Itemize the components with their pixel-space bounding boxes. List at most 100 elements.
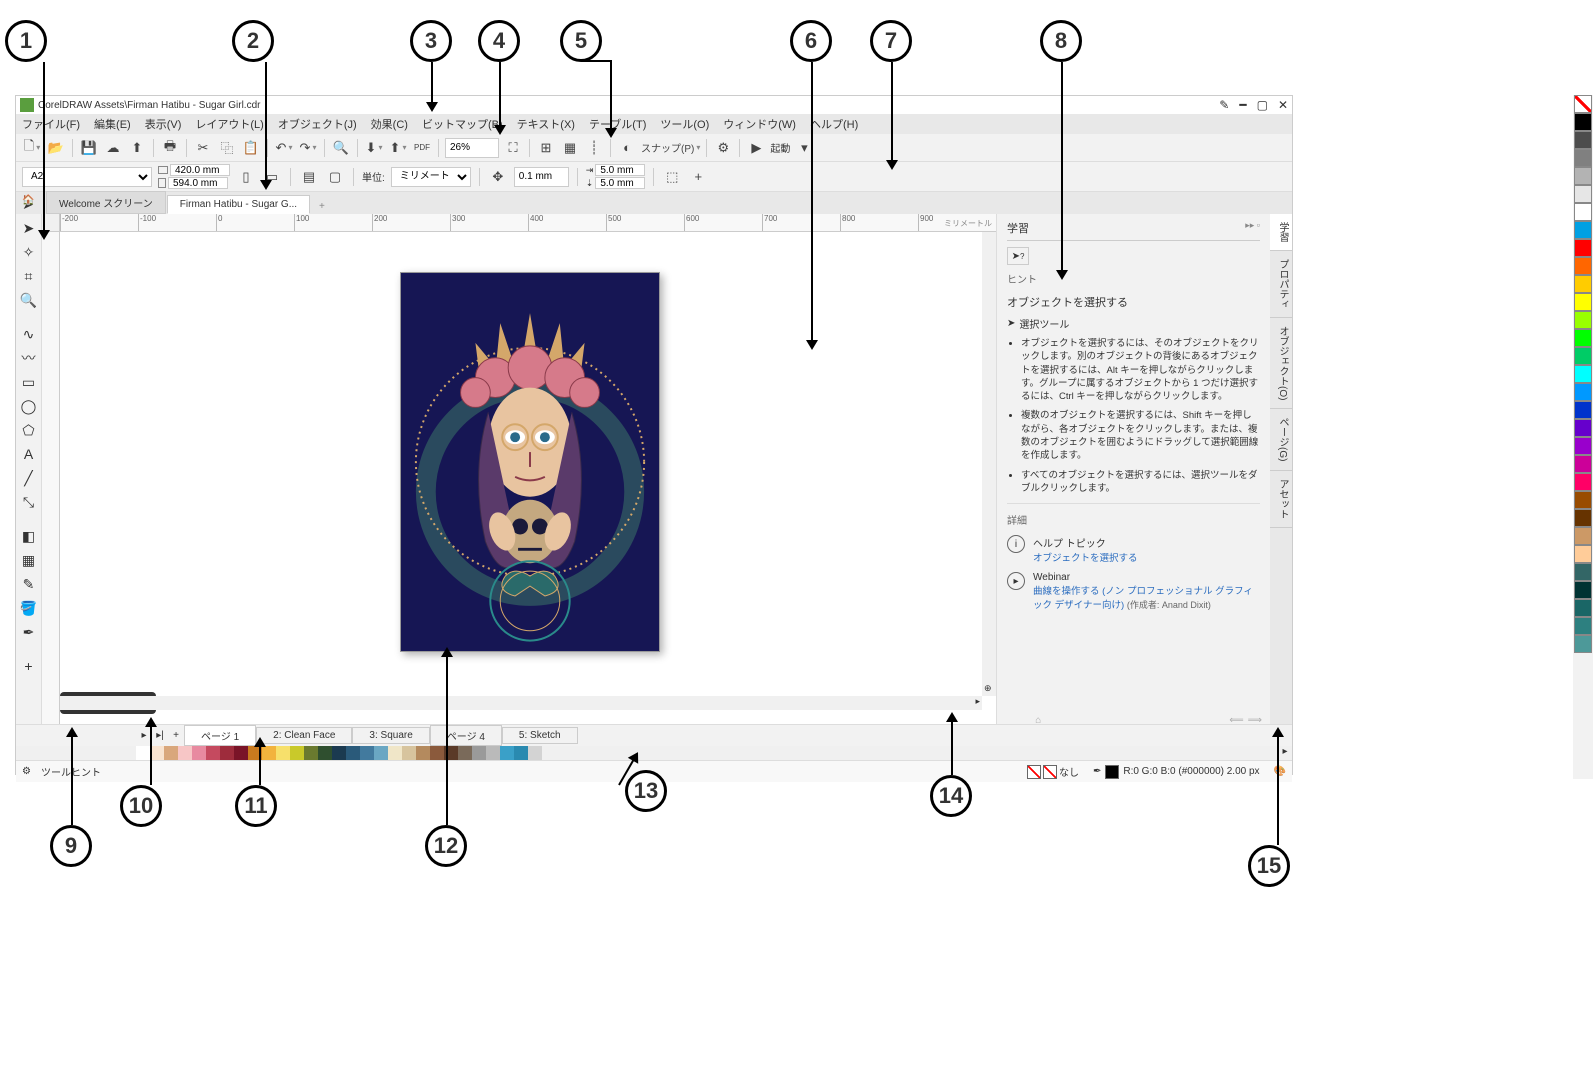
color-swatch[interactable] bbox=[1574, 401, 1592, 419]
outline-tool[interactable]: ✒ bbox=[19, 622, 39, 642]
current-page-button[interactable]: ▢ bbox=[325, 167, 345, 187]
document-palette[interactable]: ▸ bbox=[16, 746, 1292, 760]
menu-オブジェクト(J)[interactable]: オブジェクト(J) bbox=[278, 116, 357, 132]
add-tool-button[interactable]: + bbox=[19, 656, 39, 676]
palette-swatch[interactable] bbox=[150, 746, 164, 760]
menu-ビットマップ(B)[interactable]: ビットマップ(B) bbox=[422, 116, 503, 132]
add-preset-button[interactable]: + bbox=[688, 167, 708, 187]
palette-swatch[interactable] bbox=[178, 746, 192, 760]
home-tab[interactable]: 🏠 bbox=[22, 195, 38, 211]
document-tab[interactable]: Firman Hatibu - Sugar G... bbox=[167, 195, 310, 214]
menu-表示(V)[interactable]: 表示(V) bbox=[145, 116, 182, 132]
minimize-button[interactable]: ━ bbox=[1239, 98, 1246, 112]
portrait-button[interactable]: ▯ bbox=[236, 167, 256, 187]
zoom-tool[interactable]: 🔍 bbox=[19, 290, 39, 310]
maximize-button[interactable]: ▢ bbox=[1257, 98, 1268, 112]
guides-button[interactable]: ┊ bbox=[584, 138, 604, 158]
help-topic-link[interactable]: オブジェクトを選択する bbox=[1033, 553, 1138, 564]
hint-tool-icon[interactable]: ➤? bbox=[1007, 247, 1029, 265]
close-button[interactable]: ✕ bbox=[1278, 98, 1288, 112]
outline-color-swatch[interactable] bbox=[1105, 765, 1119, 779]
freehand-tool[interactable]: ∿ bbox=[19, 324, 39, 344]
color-swatch[interactable] bbox=[1574, 131, 1592, 149]
menu-ヘルプ(H)[interactable]: ヘルプ(H) bbox=[810, 116, 858, 132]
palette-swatch[interactable] bbox=[514, 746, 528, 760]
menu-編集(E)[interactable]: 編集(E) bbox=[94, 116, 131, 132]
docker-tab-4[interactable]: アセット bbox=[1270, 471, 1292, 528]
docker-tab-0[interactable]: 学習 bbox=[1270, 214, 1292, 251]
ellipse-tool[interactable]: ◯ bbox=[19, 396, 39, 416]
horizontal-ruler[interactable]: -200-1000100200300400500600700800900 bbox=[60, 214, 996, 232]
docker-tab-3[interactable]: ページ(G) bbox=[1270, 409, 1292, 470]
drop-shadow-tool[interactable]: ◧ bbox=[19, 526, 39, 546]
drawing-page[interactable] bbox=[400, 272, 660, 652]
annotate-icon[interactable]: ✎ bbox=[1219, 98, 1229, 112]
palette-swatch[interactable] bbox=[206, 746, 220, 760]
canvas[interactable] bbox=[60, 232, 982, 696]
redo-button[interactable]: ↷ bbox=[298, 138, 318, 158]
color-swatch[interactable] bbox=[1574, 527, 1592, 545]
welcome-tab[interactable]: Welcome スクリーン bbox=[46, 191, 166, 214]
nudge-input[interactable] bbox=[514, 167, 569, 187]
save-button[interactable]: 💾 bbox=[79, 138, 99, 158]
options-button[interactable]: ⚙ bbox=[713, 138, 733, 158]
palette-swatch[interactable] bbox=[290, 746, 304, 760]
color-swatch[interactable] bbox=[1574, 311, 1592, 329]
color-swatch[interactable] bbox=[1574, 419, 1592, 437]
page-height-input[interactable] bbox=[168, 177, 228, 189]
fullscreen-button[interactable]: ⛶ bbox=[503, 138, 523, 158]
next-page-button[interactable]: ▸| bbox=[152, 730, 168, 741]
menu-ツール(O)[interactable]: ツール(O) bbox=[660, 116, 709, 132]
color-swatch[interactable] bbox=[1574, 581, 1592, 599]
color-swatch[interactable] bbox=[1574, 473, 1592, 491]
color-swatch[interactable] bbox=[1574, 167, 1592, 185]
menu-ウィンドウ(W)[interactable]: ウィンドウ(W) bbox=[723, 116, 796, 132]
color-swatch[interactable] bbox=[1574, 365, 1592, 383]
page-tab-4[interactable]: ページ 4 bbox=[430, 725, 502, 746]
open-button[interactable]: 📂 bbox=[46, 138, 66, 158]
palette-swatch[interactable] bbox=[388, 746, 402, 760]
rulers-button[interactable]: ⊞ bbox=[536, 138, 556, 158]
page-tab-1[interactable]: ページ 1 bbox=[184, 725, 256, 746]
artistic-media-tool[interactable]: 〰 bbox=[19, 348, 39, 368]
pdf-button[interactable]: PDF bbox=[412, 138, 432, 158]
import-button[interactable]: ⬇ bbox=[364, 138, 384, 158]
color-swatch[interactable] bbox=[1574, 257, 1592, 275]
fill-tool[interactable]: 🪣 bbox=[19, 598, 39, 618]
forward-button[interactable]: ⟹ bbox=[1248, 715, 1262, 724]
palette-swatch[interactable] bbox=[346, 746, 360, 760]
palette-swatch[interactable] bbox=[486, 746, 500, 760]
menu-効果(C)[interactable]: 効果(C) bbox=[371, 116, 408, 132]
color-swatch[interactable] bbox=[1574, 437, 1592, 455]
export-button[interactable]: ⬆ bbox=[388, 138, 408, 158]
settings-icon[interactable]: ⚙ bbox=[22, 766, 31, 777]
page-tab-3[interactable]: 3: Square bbox=[352, 727, 429, 744]
polygon-tool[interactable]: ⬠ bbox=[19, 420, 39, 440]
all-pages-button[interactable]: ▤ bbox=[299, 167, 319, 187]
color-swatch[interactable] bbox=[1574, 113, 1592, 131]
color-swatch[interactable] bbox=[1574, 221, 1592, 239]
palette-swatch[interactable] bbox=[374, 746, 388, 760]
palette-swatch[interactable] bbox=[472, 746, 486, 760]
palette-swatch[interactable] bbox=[192, 746, 206, 760]
palette-swatch[interactable] bbox=[318, 746, 332, 760]
paste-button[interactable]: 📋 bbox=[241, 138, 261, 158]
snap-button[interactable]: スナップ(P) bbox=[641, 138, 700, 158]
palette-swatch[interactable] bbox=[360, 746, 374, 760]
cloud-down-button[interactable]: ☁ bbox=[103, 138, 123, 158]
zoom-input[interactable] bbox=[445, 138, 499, 158]
horizontal-scrollbar[interactable]: ▸ bbox=[60, 696, 982, 710]
vertical-scrollbar[interactable]: ⊕ bbox=[982, 232, 996, 696]
new-button[interactable]: 🗋 bbox=[22, 138, 42, 158]
palette-none[interactable] bbox=[136, 746, 150, 760]
palette-swatch[interactable] bbox=[220, 746, 234, 760]
color-swatch[interactable] bbox=[1574, 203, 1592, 221]
menu-ファイル(F)[interactable]: ファイル(F) bbox=[22, 116, 80, 132]
color-swatch[interactable] bbox=[1574, 545, 1592, 563]
eyedropper-tool[interactable]: ✎ bbox=[19, 574, 39, 594]
color-swatch[interactable] bbox=[1574, 563, 1592, 581]
palette-swatch[interactable] bbox=[430, 746, 444, 760]
search-button[interactable]: 🔍 bbox=[331, 138, 351, 158]
color-swatch[interactable] bbox=[1574, 239, 1592, 257]
page-preset-select[interactable]: A2 bbox=[22, 167, 152, 187]
